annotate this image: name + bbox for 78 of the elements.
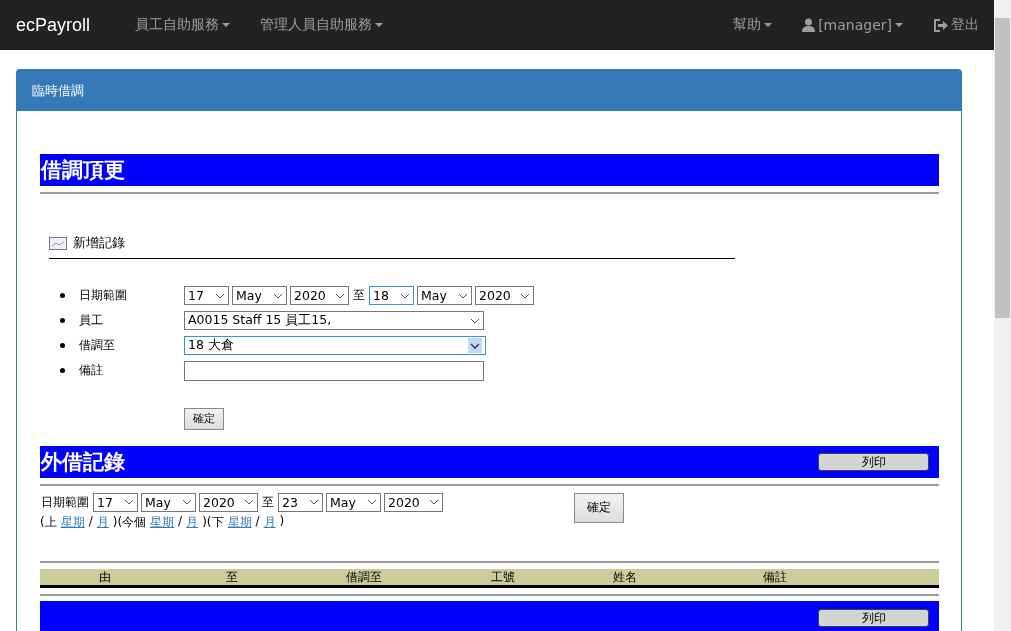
nav-menu[interactable]: [manager] (787, 17, 918, 33)
chevron-icon (309, 499, 319, 505)
field-label: 員工 (79, 312, 104, 329)
column-header: 工號 (490, 568, 516, 586)
period-link[interactable]: 星期 (150, 513, 175, 531)
separator-text: 至 (262, 493, 274, 511)
chevron-icon (458, 292, 468, 299)
chevron-icon (429, 499, 439, 505)
chevron-icon (468, 338, 482, 353)
remark-input[interactable] (184, 360, 484, 381)
dropdown-select[interactable]: May (326, 492, 381, 512)
dropdown-select[interactable]: 18 (369, 286, 414, 305)
print-button[interactable]: 列印 (818, 608, 929, 627)
chevron-icon (244, 499, 254, 505)
dropdown-select[interactable]: 2020 (384, 492, 443, 512)
period-text: )(下 (202, 513, 224, 531)
period-text: / (88, 513, 93, 530)
period-text: / (255, 513, 260, 530)
separator-text: 至 (353, 287, 365, 304)
nav-menu[interactable]: 員工自助服務 (120, 16, 246, 34)
nav-menu[interactable]: 管理人員自助服務 (245, 16, 399, 34)
column-header: 至 (225, 568, 239, 586)
dropdown-select[interactable]: 2020 (475, 286, 534, 305)
image-icon (49, 236, 67, 250)
field-label: 備註 (79, 362, 104, 379)
chevron-icon (273, 292, 283, 299)
logout-icon (933, 18, 948, 32)
field-label: 日期範圍 (79, 287, 128, 304)
dropdown-select[interactable]: 2020 (290, 286, 349, 305)
dropdown-select[interactable]: May (232, 286, 287, 305)
field-label: 借調至 (79, 337, 116, 354)
chevron-icon (520, 292, 530, 299)
period-link[interactable]: 月 (186, 513, 199, 531)
dropdown-select[interactable]: May (417, 286, 472, 305)
bullet-icon (60, 293, 65, 298)
filter-label: 日期範圍 (41, 493, 89, 511)
dropdown-select[interactable]: A0015 Staff 15 員工15, (184, 311, 484, 330)
confirm-button[interactable]: 確定 (184, 407, 224, 430)
add-record-link[interactable]: 新增記錄 (73, 234, 125, 252)
chevron-icon (470, 317, 480, 324)
chevron-icon (367, 499, 377, 505)
bullet-icon (60, 368, 65, 373)
column-header: 由 (98, 568, 112, 586)
panel-title: 臨時借調 (17, 70, 961, 111)
period-text: (上 (40, 513, 57, 531)
section-heading: 借調頂更 (40, 154, 939, 186)
scrollbar-thumb[interactable] (995, 18, 1010, 318)
column-header: 借調至 (345, 568, 383, 586)
column-header: 備註 (762, 568, 788, 586)
column-header: 姓名 (612, 568, 638, 586)
confirm-button[interactable]: 確定 (574, 492, 624, 523)
period-text: / (178, 513, 183, 530)
period-text: )(今個 (112, 513, 147, 531)
nav-menu[interactable]: 登出 (918, 16, 994, 34)
nav-menu[interactable]: 幫助 (718, 16, 788, 34)
dropdown-select[interactable]: 23 (278, 492, 323, 512)
chevron-icon (400, 292, 410, 299)
period-text: ) (279, 513, 285, 530)
chevron-icon (182, 499, 192, 505)
period-link[interactable]: 月 (96, 513, 109, 531)
brand-link[interactable]: ecPayroll (16, 14, 91, 36)
chevron-icon (215, 292, 225, 299)
chevron-icon (124, 499, 134, 505)
dropdown-select[interactable]: 17 (93, 492, 138, 512)
period-link[interactable]: 月 (263, 513, 276, 531)
period-link[interactable]: 星期 (227, 513, 252, 531)
bullet-icon (60, 343, 65, 348)
print-button[interactable]: 列印 (818, 452, 929, 471)
heading-text: 外借記錄 (41, 448, 125, 476)
chevron-icon (335, 292, 345, 299)
period-link[interactable]: 星期 (60, 513, 85, 531)
dropdown-select[interactable]: 2020 (199, 492, 258, 512)
scrollbar[interactable] (994, 0, 1011, 631)
dropdown-select[interactable]: May (141, 492, 196, 512)
dropdown-select[interactable]: 18 大倉 (184, 336, 486, 355)
user-icon (802, 18, 816, 32)
dropdown-select[interactable]: 17 (184, 286, 229, 305)
bullet-icon (60, 318, 65, 323)
